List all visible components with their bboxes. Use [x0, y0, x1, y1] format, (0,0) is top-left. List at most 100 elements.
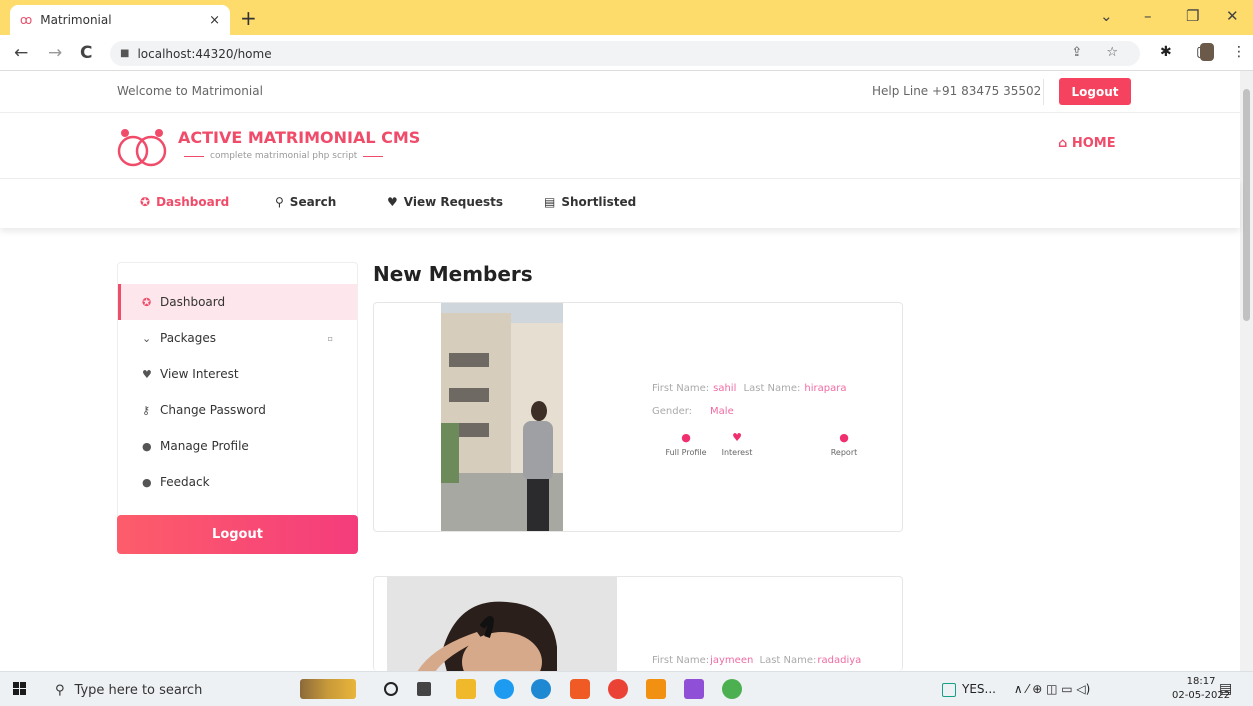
member-photo[interactable]: [441, 303, 563, 532]
first-name-label: First Name:: [652, 655, 710, 666]
menu-shortlisted[interactable]: ▤ Shortlisted: [544, 195, 636, 209]
gender-label: Gender:: [652, 406, 693, 417]
profile-avatar[interactable]: [1200, 43, 1214, 61]
helpline-text: Help Line +91 83475 35502: [872, 84, 1042, 98]
menu-search[interactable]: ⚲ Search: [275, 195, 336, 209]
sidebar: ✪ Dashboard ⌄ Packages ▫ ♥ View Interest…: [117, 262, 358, 554]
tray-icons: ∧ ⁄ ⊕ ◫ ▭ ◁): [1013, 682, 1091, 696]
edge-icon[interactable]: [531, 679, 551, 699]
tab-search-icon[interactable]: ⌄: [1100, 7, 1113, 25]
first-name-value: jaymeen: [710, 655, 754, 666]
minimize-button[interactable]: –: [1144, 7, 1152, 25]
site-logo-bar: ACTIVE MATRIMONIAL CMS complete matrimon…: [0, 113, 1240, 179]
member-name-row: First Name: sahil Last Name: hirapara: [652, 383, 851, 394]
menu-label: View Requests: [403, 195, 504, 209]
sidebar-item-label: View Interest: [160, 367, 239, 381]
sidebar-item-label: Manage Profile: [160, 439, 249, 453]
sidebar-item-packages[interactable]: ⌄ Packages ▫: [118, 320, 357, 356]
taskbar-search[interactable]: ⚲ Type here to search: [55, 683, 202, 698]
last-name-label: Last Name:: [759, 655, 817, 666]
first-name-label: First Name:: [652, 383, 710, 394]
last-name-value: radadiya: [817, 655, 862, 666]
member-card: First Name:jaymeen Last Name:radadiya: [373, 576, 903, 671]
expand-icon: ▫: [327, 333, 333, 343]
chrome-profile-icon[interactable]: [722, 679, 742, 699]
chevron-down-icon: ⌄: [142, 331, 152, 345]
home-link[interactable]: ⌂ HOME: [1058, 136, 1116, 151]
search-icon: ⚲: [275, 195, 284, 209]
search-icon: ⚲: [55, 683, 65, 698]
sidebar-item-change-password[interactable]: ⚷ Change Password: [118, 392, 357, 428]
tagline-line: [363, 155, 384, 157]
sidebar-item-label: Change Password: [160, 403, 266, 417]
url-field[interactable]: ■ localhost:44320/home ⇪ ☆: [110, 41, 1140, 66]
skype-icon[interactable]: [494, 679, 514, 699]
interest-button[interactable]: ♥ Interest: [707, 431, 767, 457]
sidebar-logout-button[interactable]: Logout: [117, 515, 358, 554]
share-bookmark-icons[interactable]: ⇪ ☆: [1071, 45, 1128, 60]
menu-dashboard[interactable]: ✪ Dashboard: [140, 195, 229, 209]
home-icon: ⌂: [1058, 136, 1068, 151]
report-button[interactable]: ● Report: [814, 431, 874, 457]
close-tab-icon[interactable]: ×: [209, 13, 220, 28]
action-label: Interest: [721, 448, 753, 457]
address-bar: ← → C ■ localhost:44320/home ⇪ ☆ ✱ ▢ ⋮: [0, 35, 1253, 71]
menu-view-requests[interactable]: ♥ View Requests: [387, 195, 503, 209]
taskbar-search-placeholder: Type here to search: [74, 683, 203, 698]
heart-icon: ♥: [142, 367, 152, 381]
chrome-icon[interactable]: [608, 679, 628, 699]
back-button[interactable]: ←: [14, 43, 28, 63]
new-tab-button[interactable]: +: [240, 6, 257, 30]
visual-studio-icon[interactable]: [684, 679, 704, 699]
divider: [1043, 79, 1044, 105]
member-card: First Name: sahil Last Name: hirapara Gend…: [373, 302, 903, 532]
reload-button[interactable]: C: [80, 43, 92, 63]
alert-icon: ●: [839, 431, 849, 444]
tagline-text: complete matrimonial php script: [210, 151, 358, 161]
dashboard-icon: ✪: [142, 295, 152, 309]
user-icon: ●: [142, 439, 152, 453]
sidebar-item-view-interest[interactable]: ♥ View Interest: [118, 356, 357, 392]
action-label: Full Profile: [665, 448, 707, 457]
sidebar-item-label: Packages: [160, 331, 216, 345]
url-text: localhost:44320/home: [137, 46, 272, 61]
menu-label: Dashboard: [156, 195, 230, 209]
page-scrollbar[interactable]: [1240, 71, 1253, 671]
task-view-icon[interactable]: [417, 682, 431, 696]
maximize-button[interactable]: ❐: [1186, 7, 1199, 25]
action-label: Report: [830, 448, 858, 457]
file-explorer-icon[interactable]: [456, 679, 476, 699]
rings-logo-icon[interactable]: [115, 125, 171, 169]
brave-icon[interactable]: [570, 679, 590, 699]
windows-start-icon[interactable]: [13, 682, 27, 696]
welcome-text: Welcome to Matrimonial: [117, 84, 263, 98]
cortana-icon[interactable]: [384, 682, 398, 696]
dashboard-icon: ✪: [140, 195, 151, 209]
tagline-line: [184, 155, 204, 157]
system-tray[interactable]: YES... ∧ ⁄ ⊕ ◫ ▭ ◁): [942, 682, 1090, 697]
gender-value: Male: [710, 406, 734, 417]
brand-name[interactable]: ACTIVE MATRIMONIAL CMS: [178, 128, 420, 147]
member-gender-row: Gender: Male: [652, 406, 738, 417]
last-name-label: Last Name:: [743, 383, 801, 394]
sublime-icon[interactable]: [646, 679, 666, 699]
menu-label: Search: [289, 195, 337, 209]
browser-tab[interactable]: ꝏ Matrimonial ×: [10, 5, 230, 35]
site-topbar: Welcome to Matrimonial Help Line +91 834…: [0, 71, 1240, 113]
scrollbar-thumb[interactable]: [1243, 89, 1250, 321]
sidebar-item-feedback[interactable]: ● Feedack: [118, 464, 357, 500]
sidebar-item-manage-profile[interactable]: ● Manage Profile: [118, 428, 357, 464]
browser-menu-icon[interactable]: ⋮: [1232, 44, 1246, 60]
key-icon: ⚷: [142, 403, 151, 417]
rings-favicon-icon: ꝏ: [20, 13, 33, 27]
notification-icon[interactable]: ▤: [1219, 681, 1232, 697]
logout-button[interactable]: Logout: [1059, 78, 1131, 105]
member-photo[interactable]: [387, 577, 617, 671]
section-title: New Members: [373, 262, 533, 286]
forward-button[interactable]: →: [48, 43, 62, 63]
sidebar-item-label: Dashboard: [160, 295, 226, 309]
taskbar: ⚲ Type here to search YES... ∧ ⁄ ⊕ ◫ ▭ ◁)…: [0, 671, 1253, 706]
close-window-button[interactable]: ✕: [1226, 7, 1239, 25]
heart-icon: ♥: [732, 431, 742, 444]
sidebar-item-dashboard[interactable]: ✪ Dashboard: [118, 284, 357, 320]
